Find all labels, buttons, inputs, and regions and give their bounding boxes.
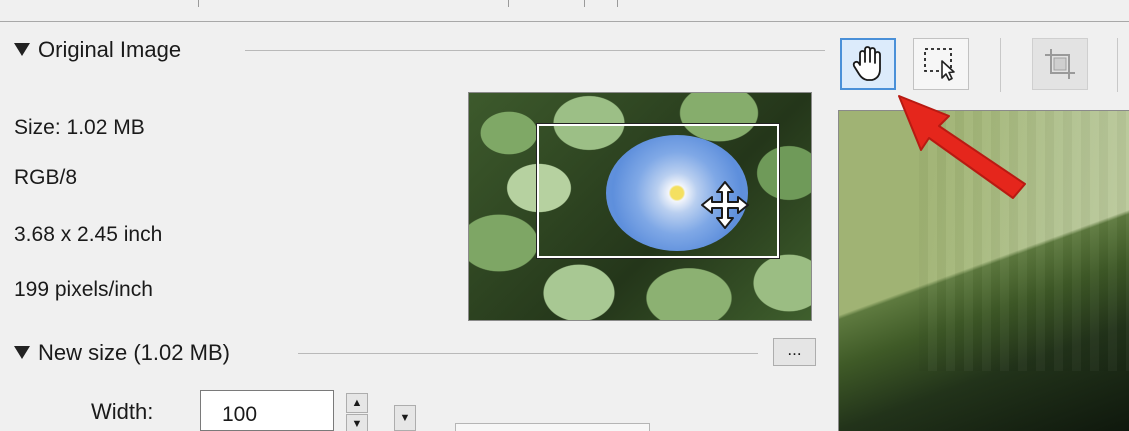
hand-tool-button[interactable] — [840, 38, 896, 90]
more-options-button[interactable]: ... — [773, 338, 816, 366]
section-divider — [245, 50, 825, 51]
divider — [584, 0, 585, 7]
new-size-title: New size (1.02 MB) — [38, 340, 230, 365]
annotation-arrow-icon — [898, 95, 1026, 199]
hand-icon — [852, 46, 881, 81]
spin-up-button[interactable]: ▲ — [346, 393, 368, 413]
toolbar-separator — [1000, 38, 1001, 92]
original-image-header[interactable]: Original Image — [14, 37, 181, 63]
selection-tool-button[interactable] — [913, 38, 969, 90]
divider — [198, 0, 199, 7]
crop-icon — [1045, 49, 1075, 79]
crop-tool-button — [1032, 38, 1088, 90]
unit-dropdown-button[interactable]: ▼ — [394, 405, 416, 431]
collapse-triangle-icon — [14, 43, 30, 56]
spin-down-button[interactable]: ▼ — [346, 414, 368, 431]
color-mode: RGB/8 — [14, 166, 78, 189]
navigator-thumbnail[interactable] — [468, 92, 812, 321]
move-cursor-icon — [701, 181, 749, 229]
section-divider — [298, 353, 758, 354]
original-size: Size: 1.02 MB — [14, 116, 145, 139]
resolution: 199 pixels/inch — [14, 278, 153, 301]
toolbar-separator — [1117, 38, 1118, 92]
print-dimensions: 3.68 x 2.45 inch — [14, 223, 163, 246]
new-size-header[interactable]: New size (1.02 MB) — [14, 340, 230, 366]
width-input[interactable] — [200, 390, 334, 431]
top-toolbar-edge — [0, 0, 1129, 22]
divider — [617, 0, 618, 7]
divider — [508, 0, 509, 7]
collapse-triangle-icon — [14, 346, 30, 359]
resample-dropdown[interactable] — [455, 423, 650, 431]
marquee-select-icon — [924, 48, 955, 81]
width-label: Width: — [91, 399, 154, 424]
original-image-title: Original Image — [38, 37, 182, 62]
